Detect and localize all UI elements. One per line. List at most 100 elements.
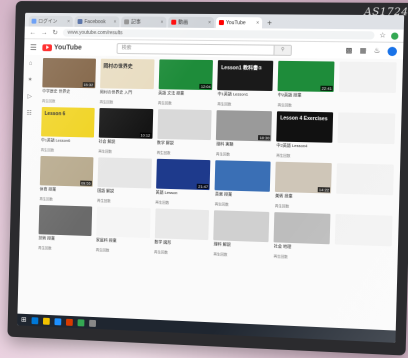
tab-close-icon[interactable]: × [208,19,211,25]
video-card[interactable]: 数学 解説 再生回数 [157,109,213,156]
video-title[interactable]: 数学 図形 [154,239,209,251]
search-input[interactable]: 検索 ⚲ [116,42,293,56]
new-tab-icon[interactable]: + [264,17,275,28]
url-field[interactable]: www.youtube.com/results [62,28,375,40]
video-title[interactable]: 中学歴史 世界史 [42,88,95,99]
video-thumbnail[interactable] [96,206,151,239]
video-title[interactable]: 技術 授業 [38,235,91,247]
browser-tab[interactable]: YouTube × [215,17,263,29]
extension-icon[interactable] [391,31,399,40]
search-icon[interactable]: ⚲ [273,45,292,55]
video-title[interactable] [337,144,394,155]
video-card[interactable]: Lesson1 教科書① 中1英語 Lesson1 再生回数 [217,60,274,107]
video-thumbnail[interactable]: Lesson 4 Exercises [276,111,334,143]
video-title[interactable]: 英語 Lesson [155,190,210,202]
start-icon[interactable]: ⊞ [21,316,27,324]
video-card[interactable] [338,61,397,110]
video-thumbnail[interactable] [215,160,271,192]
video-title[interactable]: 中2英語 Lesson4 [276,143,332,154]
taskbar-app-icon[interactable] [77,318,85,326]
tab-close-icon[interactable]: × [113,19,116,25]
video-thumbnail[interactable]: Lesson1 教科書① [217,60,274,92]
video-thumbnail[interactable] [154,208,210,241]
trending-icon[interactable]: ✶ [28,76,33,83]
apps-icon[interactable]: ▦ [360,47,367,55]
forward-icon[interactable]: → [41,29,48,36]
video-card[interactable]: 国語 解説 再生回数 [97,157,152,204]
video-thumbnail[interactable] [273,212,331,245]
menu-icon[interactable]: ☰ [30,43,37,52]
video-title[interactable]: 音楽 授業 [215,191,270,203]
home-icon[interactable]: ⌂ [29,61,33,67]
video-card[interactable]: Lesson 4 Exercises 中2英語 Lesson4 再生回数 [276,111,334,159]
browser-tab[interactable]: Facebook × [74,16,120,28]
tab-close-icon[interactable]: × [160,19,163,25]
avatar[interactable] [387,46,398,56]
video-thumbnail[interactable]: 15:32 [42,58,96,89]
video-title[interactable]: 体育 授業 [40,186,93,197]
reload-icon[interactable]: ↻ [52,29,58,37]
video-title[interactable]: 中1英語 Lesson6 [41,137,94,148]
taskbar-app-icon[interactable] [88,319,96,327]
video-card[interactable]: 社会 地理 再生回数 [273,212,331,260]
video-title[interactable] [335,245,392,257]
video-thumbnail[interactable] [97,157,152,189]
video-card[interactable] [336,163,394,211]
video-thumbnail[interactable]: 18:30 [216,110,273,142]
video-title[interactable]: 英語 文法 授業 [158,90,213,101]
create-video-icon[interactable]: ▩ [345,46,352,54]
video-thumbnail[interactable]: 14:22 [275,161,332,194]
video-card[interactable]: 技術 授業 再生回数 [38,204,93,252]
video-card[interactable] [334,214,393,263]
video-title[interactable] [339,93,396,104]
video-title[interactable]: 社会 解説 [98,139,152,150]
browser-tab[interactable]: ログイン × [28,15,73,27]
video-title[interactable]: 数学 解説 [157,140,212,151]
video-card[interactable]: Lesson 6 中1英語 Lesson6 再生回数 [41,106,95,153]
video-thumbnail[interactable] [334,214,393,247]
video-card[interactable]: 理科 解説 再生回数 [213,210,270,258]
video-card[interactable]: 18:30 理科 実験 再生回数 [216,110,273,157]
video-thumbnail[interactable] [336,163,394,196]
video-card[interactable]: 14:22 美術 授業 再生回数 [275,161,332,210]
taskbar-app-icon[interactable] [31,316,39,324]
youtube-logo[interactable]: YouTube [42,43,82,51]
video-card[interactable]: 音楽 授業 再生回数 [215,160,271,208]
video-thumbnail[interactable]: 12:04 [158,59,214,91]
video-card[interactable]: 10:12 社会 解説 再生回数 [98,108,153,155]
video-card[interactable]: 22:41 中2英語 授業 再生回数 [277,60,335,108]
video-thumbnail[interactable] [38,204,93,237]
video-title[interactable]: 理科 実験 [216,141,271,152]
video-card[interactable]: 数学 図形 再生回数 [154,208,210,256]
video-thumbnail[interactable] [338,61,397,93]
subscriptions-icon[interactable]: ▷ [27,93,32,100]
back-icon[interactable]: ← [29,29,36,36]
tab-close-icon[interactable]: × [67,18,70,24]
video-thumbnail[interactable]: 岡村の世界史 [99,58,155,90]
video-thumbnail[interactable] [157,109,213,141]
video-card[interactable]: 12:04 英語 文法 授業 再生回数 [158,59,214,106]
video-title[interactable]: 国語 解説 [97,188,151,199]
video-title[interactable]: 美術 授業 [275,193,331,205]
video-thumbnail[interactable]: 09:55 [39,155,94,187]
video-title[interactable]: 社会 地理 [274,243,330,255]
video-card[interactable]: 21:47 英語 Lesson 再生回数 [155,158,211,206]
video-title[interactable]: 中1英語 Lesson1 [217,91,272,102]
video-thumbnail[interactable] [213,210,270,243]
notifications-icon[interactable]: ♨ [374,47,381,55]
video-card[interactable] [337,112,396,160]
video-title[interactable]: 家庭科 授業 [96,237,150,249]
library-icon[interactable]: ☷ [27,110,32,117]
video-title[interactable]: 岡村の世界史 入門 [100,89,154,100]
star-icon[interactable]: ☆ [379,31,386,39]
browser-tab[interactable]: 動画 × [168,16,215,29]
taskbar-app-icon[interactable] [54,317,62,325]
browser-tab[interactable]: 記事 × [121,16,167,28]
video-title[interactable] [336,195,393,207]
taskbar-app-icon[interactable] [42,317,50,325]
video-thumbnail[interactable]: 10:12 [98,108,153,139]
video-card[interactable]: 15:32 中学歴史 世界史 再生回数 [42,58,96,104]
video-thumbnail[interactable]: Lesson 6 [41,106,95,138]
video-card[interactable]: 09:55 体育 授業 再生回数 [39,155,94,203]
video-title[interactable]: 中2英語 授業 [278,92,334,103]
